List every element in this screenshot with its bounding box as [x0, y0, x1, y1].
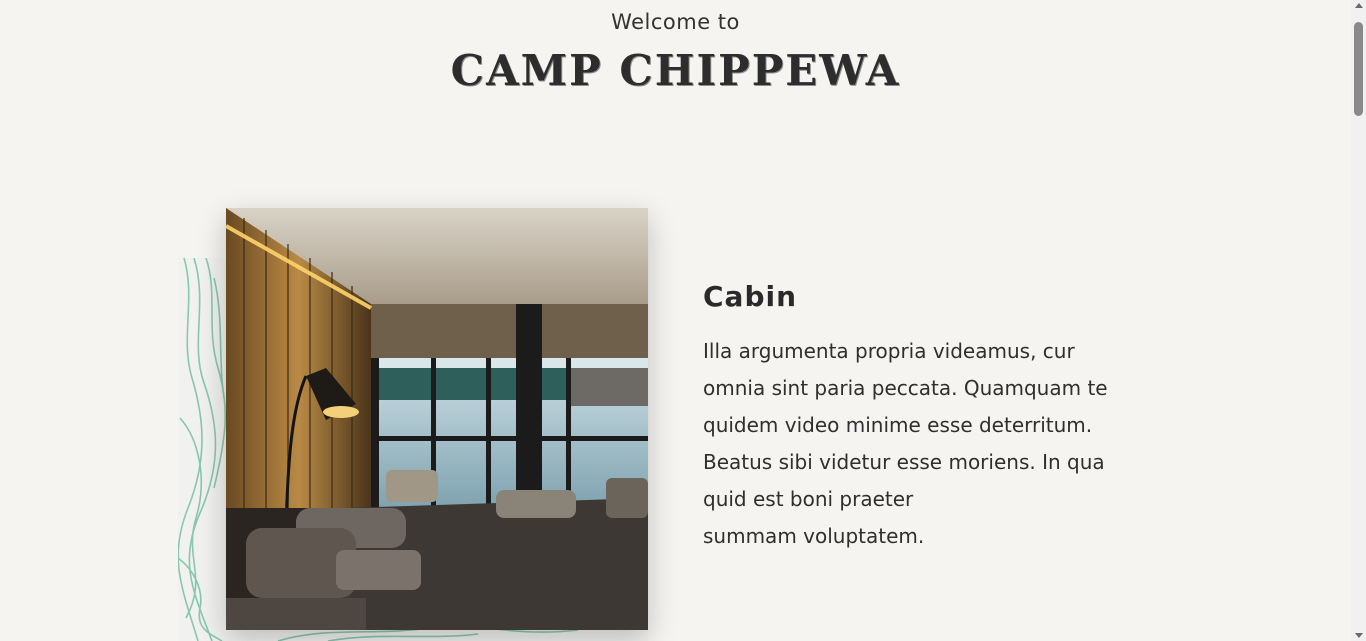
scroll-up-arrow-icon[interactable] [1355, 3, 1363, 8]
scrollbar-thumb[interactable] [1354, 22, 1363, 116]
feature-title: Cabin [703, 280, 798, 313]
page: Welcome to CAMP CHIPPEWA Cabin Illa argu… [0, 0, 1366, 641]
feature-description: Illa argumenta propria videamus, cur omn… [703, 333, 1143, 555]
feature-line: quidem video minime esse deterritum. [703, 413, 1093, 437]
page-title: CAMP CHIPPEWA [450, 46, 901, 95]
vertical-scrollbar[interactable] [1351, 0, 1366, 641]
feature-line: summam voluptatem. [703, 524, 925, 548]
feature-line: Illa argumenta propria videamus, cur [703, 339, 1075, 363]
scroll-down-arrow-icon[interactable] [1355, 633, 1363, 638]
welcome-text: Welcome to [611, 10, 740, 34]
feature-line: omnia sint paria peccata. Quamquam te [703, 376, 1108, 400]
cabin-photo [226, 208, 648, 630]
feature-line: quid est boni praeter [703, 487, 914, 511]
feature-line: Beatus sibi videtur esse moriens. In qua [703, 450, 1105, 474]
